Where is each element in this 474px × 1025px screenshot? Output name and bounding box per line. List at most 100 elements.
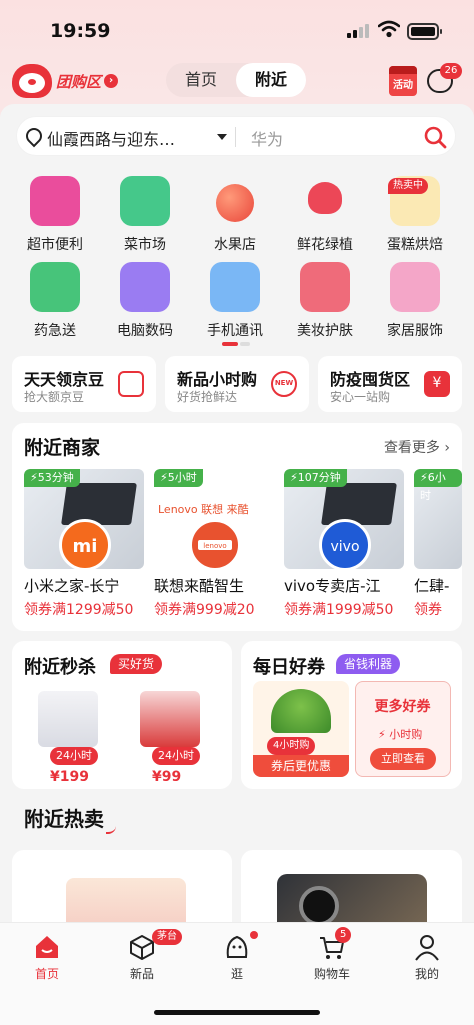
daily-coupon-title: 每日好券 xyxy=(253,657,325,678)
flash-sale-title: 附近秒杀 xyxy=(24,657,96,678)
shop-image: ⚡53分钟 mi xyxy=(24,469,144,569)
flash-product[interactable]: 24小时 ¥199 xyxy=(28,691,108,785)
notification-dot xyxy=(250,931,258,939)
tab-browse[interactable]: 逛 xyxy=(207,933,267,982)
category-home-apparel[interactable]: 家居服饰 xyxy=(370,262,460,340)
more-coupons-card[interactable]: 更多好券 ⚡ 小时购 立即查看 xyxy=(355,681,451,777)
shop-coupon: 领券满1999减50 xyxy=(284,602,394,618)
flower-icon xyxy=(300,176,350,226)
caret-down-icon xyxy=(217,134,227,140)
shop-coupon: 领券满1299减50 xyxy=(24,602,134,618)
view-more-link[interactable]: 查看更多 › xyxy=(384,437,450,457)
search-icon[interactable] xyxy=(423,125,447,149)
product-image xyxy=(140,691,200,747)
location-selector[interactable]: 仙霞西路与迎东… xyxy=(47,126,175,150)
product-price: ¥199 xyxy=(50,769,89,785)
battery-icon xyxy=(407,23,442,40)
chevron-right-icon: › xyxy=(104,74,119,88)
tab-home[interactable]: 首页 xyxy=(166,63,236,97)
category-supermarket[interactable]: 超市便利 xyxy=(10,176,100,254)
lenovo-logo-icon: lenovo xyxy=(189,519,241,569)
shopping-cart-icon xyxy=(30,176,80,226)
activity-icon[interactable]: 活动 xyxy=(389,66,417,96)
coupon-after-button: 券后更优惠 xyxy=(253,755,349,777)
feature-epidemic-supplies[interactable]: 防疫囤货区 安心一站购 ¥ xyxy=(318,356,462,412)
shop-name: vivo专卖店-江 xyxy=(284,577,381,595)
flash-sale-card[interactable]: 附近秒杀 买好货 24小时 ¥199 24小时 ¥99 xyxy=(12,641,232,789)
search-bar[interactable]: 仙霞西路与迎东… 华为 xyxy=(16,116,456,156)
product-image xyxy=(38,691,98,747)
more-coupons-title: 更多好券 xyxy=(374,699,431,715)
top-header: 团购区 › 首页 附近 活动 26 xyxy=(0,60,474,102)
shop-coupon: 领券 xyxy=(414,602,442,618)
page-indicator xyxy=(222,342,250,346)
category-fruit[interactable]: 水果店 xyxy=(190,176,280,254)
category-flowers[interactable]: 鲜花绿植 xyxy=(280,176,370,254)
tab-mine[interactable]: 我的 xyxy=(397,933,457,982)
delivery-time-badge: ⚡6小时 xyxy=(414,469,462,502)
shop-name: 仁肆- xyxy=(414,577,450,595)
delivery-time-badge: ⚡53分钟 xyxy=(24,469,80,487)
tab-cart[interactable]: 购物车 xyxy=(302,933,362,982)
calendar-check-icon xyxy=(118,371,144,397)
hour-badge: 24小时 xyxy=(50,747,98,765)
category-market[interactable]: 菜市场 xyxy=(100,176,190,254)
brand-label: 团购区 xyxy=(56,72,102,91)
home-icon xyxy=(33,933,61,961)
yen-bag-icon: ¥ xyxy=(424,371,450,397)
delivery-time-badge: ⚡5小时 xyxy=(154,469,203,487)
home-nearby-switch: 首页 附近 xyxy=(166,63,306,97)
shirt-icon xyxy=(390,262,440,312)
shop-card-lenovo[interactable]: Lenovo 联想 来酷 ⚡5小时 lenovo 联想来酷智生 领券满999减2… xyxy=(154,469,274,619)
feature-daily-beans[interactable]: 天天领京豆 抢大额京豆 xyxy=(12,356,156,412)
shop-card-vivo[interactable]: ⚡107分钟 vivo vivo专卖店-江 领券满1999减50 xyxy=(284,469,404,619)
shop-coupon: 领券满999减20 xyxy=(154,602,255,618)
search-input[interactable]: 华为 xyxy=(251,126,283,150)
shop-card-partial[interactable]: ⚡6小时 仁肆- 领券 xyxy=(414,469,462,619)
laptop-icon xyxy=(120,262,170,312)
message-button[interactable]: 26 xyxy=(424,63,462,96)
tab-home[interactable]: 首页 xyxy=(17,933,77,982)
vegetable-image xyxy=(271,689,331,733)
product-price: ¥99 xyxy=(152,769,182,785)
category-computer[interactable]: 电脑数码 xyxy=(100,262,190,340)
new-badge-icon: NEW xyxy=(271,371,297,397)
flash-product[interactable]: 24小时 ¥99 xyxy=(130,691,210,785)
section-title: 附近商家 xyxy=(24,437,101,459)
feature-new-hour-buy[interactable]: 新品小时购 好货抢鲜达 NEW xyxy=(165,356,309,412)
shop-image: ⚡6小时 xyxy=(414,469,462,569)
view-now-button[interactable]: 立即查看 xyxy=(370,748,436,770)
svg-text:mi: mi xyxy=(73,536,98,557)
category-phone[interactable]: 手机通讯 xyxy=(190,262,280,340)
nearby-shops-section: 附近商家 查看更多 › ⚡53分钟 mi 小米之家-长宁 领券满1299减50 … xyxy=(12,423,462,631)
category-medicine[interactable]: 药急送 xyxy=(10,262,100,340)
tab-nearby[interactable]: 附近 xyxy=(236,63,306,97)
svg-text:lenovo: lenovo xyxy=(203,542,226,550)
hour-badge: 24小时 xyxy=(152,747,200,765)
lipstick-icon xyxy=(300,262,350,312)
shop-name: 联想来酷智生 xyxy=(154,577,245,595)
flash-sale-pill: 买好货 xyxy=(110,654,163,674)
hour-buy-label: ⚡ 小时购 xyxy=(378,728,423,741)
status-time: 19:59 xyxy=(50,20,111,42)
daily-coupon-card[interactable]: 每日好券 省钱利器 4小时购 券后更优惠 更多好券 ⚡ 小时购 立即查看 xyxy=(241,641,462,789)
hot-selling-tag: 热卖中 xyxy=(388,178,428,194)
medicine-box-icon xyxy=(30,262,80,312)
wifi-icon xyxy=(378,20,400,38)
jd-dog-logo-icon xyxy=(12,64,52,98)
coupon-product-card[interactable]: 4小时购 券后更优惠 xyxy=(253,681,349,777)
delivery-time-badge: ⚡107分钟 xyxy=(284,469,347,487)
maotai-badge: 茅台 xyxy=(152,929,182,945)
shop-image: Lenovo 联想 来酷 ⚡5小时 lenovo xyxy=(154,469,274,569)
hour-buy-label: 4小时购 xyxy=(267,737,316,755)
shop-card-xiaomi[interactable]: ⚡53分钟 mi 小米之家-长宁 领券满1299减50 xyxy=(24,469,144,619)
group-buy-entry[interactable]: 团购区 › xyxy=(12,64,132,98)
phone-icon xyxy=(210,262,260,312)
apple-icon xyxy=(210,176,260,226)
category-beauty[interactable]: 美妆护肤 xyxy=(280,262,370,340)
location-pin-icon xyxy=(22,124,46,148)
hot-selling-title: 附近热卖 xyxy=(24,803,116,834)
xiaomi-logo-icon: mi xyxy=(59,519,111,569)
svg-text:vivo: vivo xyxy=(330,539,359,555)
cellular-signal-icon xyxy=(347,24,369,38)
